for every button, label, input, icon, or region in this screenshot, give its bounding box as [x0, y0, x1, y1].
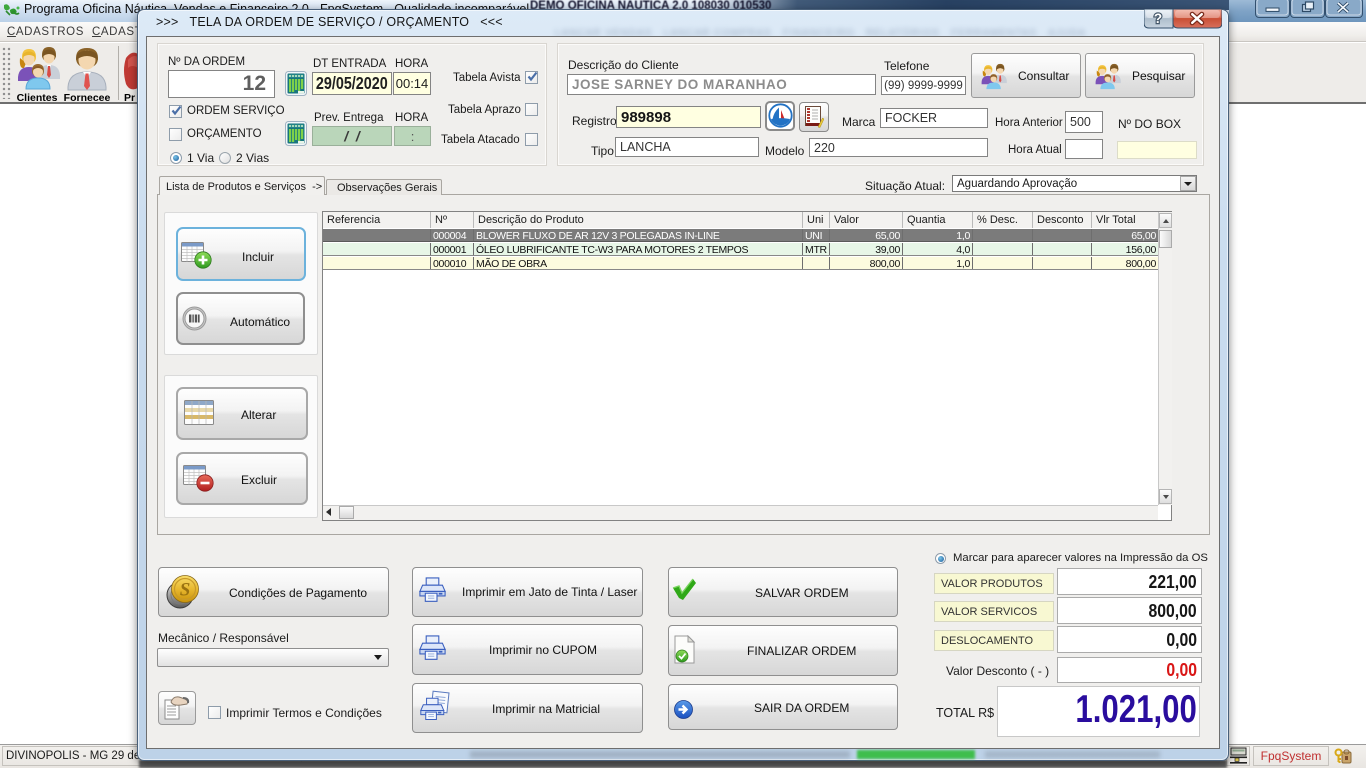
svg-text:?: ? — [1154, 11, 1162, 26]
svg-text:S: S — [180, 580, 191, 601]
